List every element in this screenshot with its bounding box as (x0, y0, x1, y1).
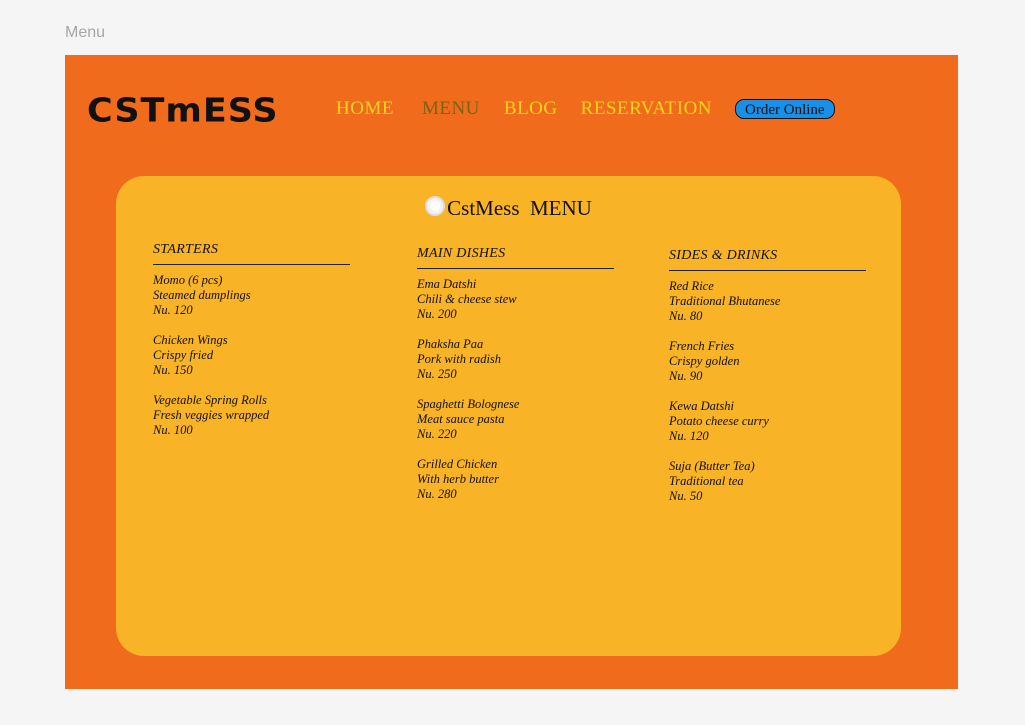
dish-desc: Traditional Bhutanese (669, 294, 781, 308)
menu-item: Spaghetti Bolognese Meat sauce pasta Nu.… (417, 397, 614, 442)
plate-icon (425, 196, 446, 216)
menu-item: Suja (Butter Tea) Traditional tea Nu. 50 (669, 459, 866, 504)
dish-desc: Fresh veggies wrapped (153, 408, 270, 422)
menu-item: Red Rice Traditional Bhutanese Nu. 80 (669, 279, 866, 324)
page-frame: CSTmESS HOME MENU BLOG RESERVATION Order… (65, 55, 958, 689)
menu-item: Momo (6 pcs) Steamed dumplings Nu. 120 (153, 273, 350, 318)
dish-name: Suja (Butter Tea) (669, 459, 755, 473)
dish-name: Chicken Wings (153, 333, 228, 347)
dish-price: Nu. 220 (417, 427, 457, 441)
dish-price: Nu. 90 (669, 369, 703, 383)
dish-price: Nu. 250 (417, 367, 457, 381)
dish-name: Red Rice (669, 279, 714, 293)
dish-desc: Crispy fried (153, 348, 214, 362)
dish-price: Nu. 50 (669, 489, 703, 503)
dish-desc: With herb butter (417, 472, 499, 486)
dish-desc: Traditional tea (669, 474, 744, 488)
starters-heading: STARTERS (153, 242, 350, 265)
dish-price: Nu. 80 (669, 309, 703, 323)
dish-desc: Crispy golden (669, 354, 740, 368)
nav-blog-link[interactable]: BLOG (504, 98, 558, 120)
dish-price: Nu. 100 (153, 423, 193, 437)
menu-item: Chicken Wings Crispy fried Nu. 150 (153, 333, 350, 378)
menu-item: French Fries Crispy golden Nu. 90 (669, 339, 866, 384)
main-nav: HOME MENU BLOG RESERVATION Order Online (336, 96, 835, 122)
dish-name: Spaghetti Bolognese (417, 397, 520, 411)
dish-price: Nu. 150 (153, 363, 193, 377)
dish-price: Nu. 200 (417, 307, 457, 321)
nav-reservation-link[interactable]: RESERVATION (581, 98, 712, 120)
dish-name: French Fries (669, 339, 735, 353)
dish-price: Nu. 120 (669, 429, 709, 443)
menu-item: Kewa Datshi Potato cheese curry Nu. 120 (669, 399, 866, 444)
menu-item: Phaksha Paa Pork with radish Nu. 250 (417, 337, 614, 382)
order-online-button[interactable]: Order Online (735, 99, 835, 119)
dish-desc: Chili & cheese stew (417, 292, 517, 306)
nav-home-link[interactable]: HOME (336, 98, 394, 120)
menu-title-text: CstMess MENU (447, 196, 592, 220)
dish-desc: Pork with radish (417, 352, 502, 366)
sides-drinks-column: SIDES & DRINKS Red Rice Traditional Bhut… (669, 248, 866, 519)
menu-card: CstMess MENU STARTERS Momo (6 pcs) Steam… (116, 176, 901, 656)
dish-desc: Steamed dumplings (153, 288, 251, 302)
menu-item: Vegetable Spring Rolls Fresh veggies wra… (153, 393, 350, 438)
dish-name: Momo (6 pcs) (153, 273, 223, 287)
dish-name: Phaksha Paa (417, 337, 484, 351)
menu-item: Ema Datshi Chili & cheese stew Nu. 200 (417, 277, 614, 322)
menu-item: Grilled Chicken With herb butter Nu. 280 (417, 457, 614, 502)
sides-drinks-heading: SIDES & DRINKS (669, 248, 866, 271)
dish-desc: Meat sauce pasta (417, 412, 505, 426)
dish-name: Kewa Datshi (669, 399, 734, 413)
dish-name: Ema Datshi (417, 277, 477, 291)
dish-name: Grilled Chicken (417, 457, 498, 471)
dish-price: Nu. 280 (417, 487, 457, 501)
dish-price: Nu. 120 (153, 303, 193, 317)
nav-menu-link[interactable]: MENU (422, 98, 480, 120)
starters-column: STARTERS Momo (6 pcs) Steamed dumplings … (153, 242, 350, 453)
dish-desc: Potato cheese curry (669, 414, 769, 428)
menu-title: CstMess MENU (116, 196, 901, 221)
main-dishes-column: MAIN DISHES Ema Datshi Chili & cheese st… (417, 246, 614, 517)
dish-name: Vegetable Spring Rolls (153, 393, 267, 407)
site-logo[interactable]: CSTmESS (87, 92, 279, 130)
main-dishes-heading: MAIN DISHES (417, 246, 614, 269)
frame-label: Menu (65, 24, 106, 41)
